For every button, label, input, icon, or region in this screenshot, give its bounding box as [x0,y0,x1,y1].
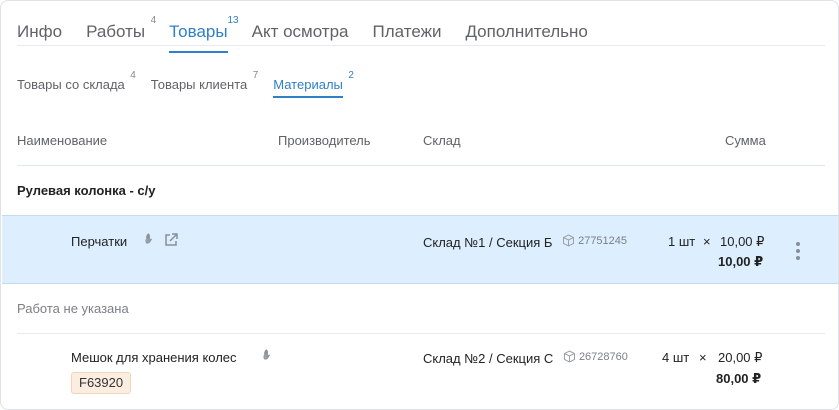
subtab-client-goods-label: Товары клиента [150,77,248,92]
tab-additional[interactable]: Дополнительно [465,22,587,46]
table-row[interactable]: Мешок для хранения колес F63920 Склад №2… [2,334,838,409]
external-link-icon[interactable] [163,232,179,248]
tab-works-count: 4 [150,15,157,26]
main-tabs-divider [17,45,825,46]
subtab-materials-label: Материалы [273,77,343,92]
column-header-sum: Сумма [725,133,766,148]
box-icon [563,350,575,363]
item-icons [143,232,183,248]
column-header-warehouse: Склад [423,133,461,148]
item-stock-code-value: 27751245 [578,234,628,247]
item-stock-code: 26728760 [563,350,628,363]
group-title: Рулевая колонка - с/у [17,183,156,198]
item-total: 80,00 ₽ [716,371,762,386]
item-stock-code: 27751245 [562,234,627,247]
group-title: Работа не указана [17,301,129,316]
item-price: 10,00 ₽ [720,234,765,249]
item-times: × [699,350,707,365]
item-warehouse: Склад №1 / Секция Б 27751245 [423,234,627,250]
item-icons [261,348,281,364]
subtab-client-goods[interactable]: Товары клиента 7 [150,70,258,92]
subtab-warehouse-goods-count: 4 [130,70,136,81]
subtab-warehouse-goods[interactable]: Товары со склада 4 [17,70,136,92]
table-row[interactable]: Перчатки Склад №1 / Секция Б 27751245 1 … [2,215,838,284]
row-menu-button[interactable] [790,241,806,261]
tab-inspection-label: Акт осмотра [251,22,349,41]
item-quantity: 4 шт [662,350,690,365]
tab-info-label: Инфо [17,22,63,41]
tab-additional-label: Дополнительно [465,22,588,41]
main-tabs: Инфо Работы 4 Товары 13 Акт осмотра Плат… [17,15,612,53]
box-icon [563,234,575,247]
hand-icon [261,348,277,364]
item-warehouse-label: Склад №2 / Секция С [423,351,554,366]
item-price: 20,00 ₽ [718,350,763,365]
tab-payments-label: Платежи [372,22,442,41]
app-frame: Инфо Работы 4 Товары 13 Акт осмотра Плат… [0,0,839,410]
item-tag: F63920 [71,372,132,394]
tab-works-label: Работы [86,22,146,41]
table-header: Наименование Производитель Склад Сумма [17,133,825,149]
subtab-materials[interactable]: Материалы 2 [273,70,354,98]
table-header-divider [17,165,825,166]
column-header-name: Наименование [17,133,108,148]
tab-goods-count: 13 [227,15,239,26]
item-quantity: 1 шт [668,234,696,249]
item-total: 10,00 ₽ [718,254,764,269]
subtab-materials-count: 2 [348,70,354,81]
sub-tabs: Товары со склада 4 Товары клиента 7 Мате… [17,70,369,98]
item-warehouse-label: Склад №1 / Секция Б [423,235,553,250]
subtab-client-goods-count: 7 [252,70,259,81]
item-times: × [703,234,711,249]
tab-goods[interactable]: Товары 13 [169,15,239,53]
column-header-maker: Производитель [278,133,371,148]
hand-icon [143,232,159,248]
tab-payments[interactable]: Платежи [373,22,442,46]
tab-info[interactable]: Инфо [17,22,62,46]
item-name: Мешок для хранения колес [71,350,237,365]
item-warehouse: Склад №2 / Секция С 26728760 [423,350,628,366]
item-name: Перчатки [71,234,128,249]
tab-inspection[interactable]: Акт осмотра [252,22,349,46]
tab-works[interactable]: Работы 4 [86,15,156,46]
subtab-warehouse-goods-label: Товары со склада [17,77,125,92]
item-stock-code-value: 26728760 [578,350,628,363]
tab-goods-label: Товары [169,22,228,41]
